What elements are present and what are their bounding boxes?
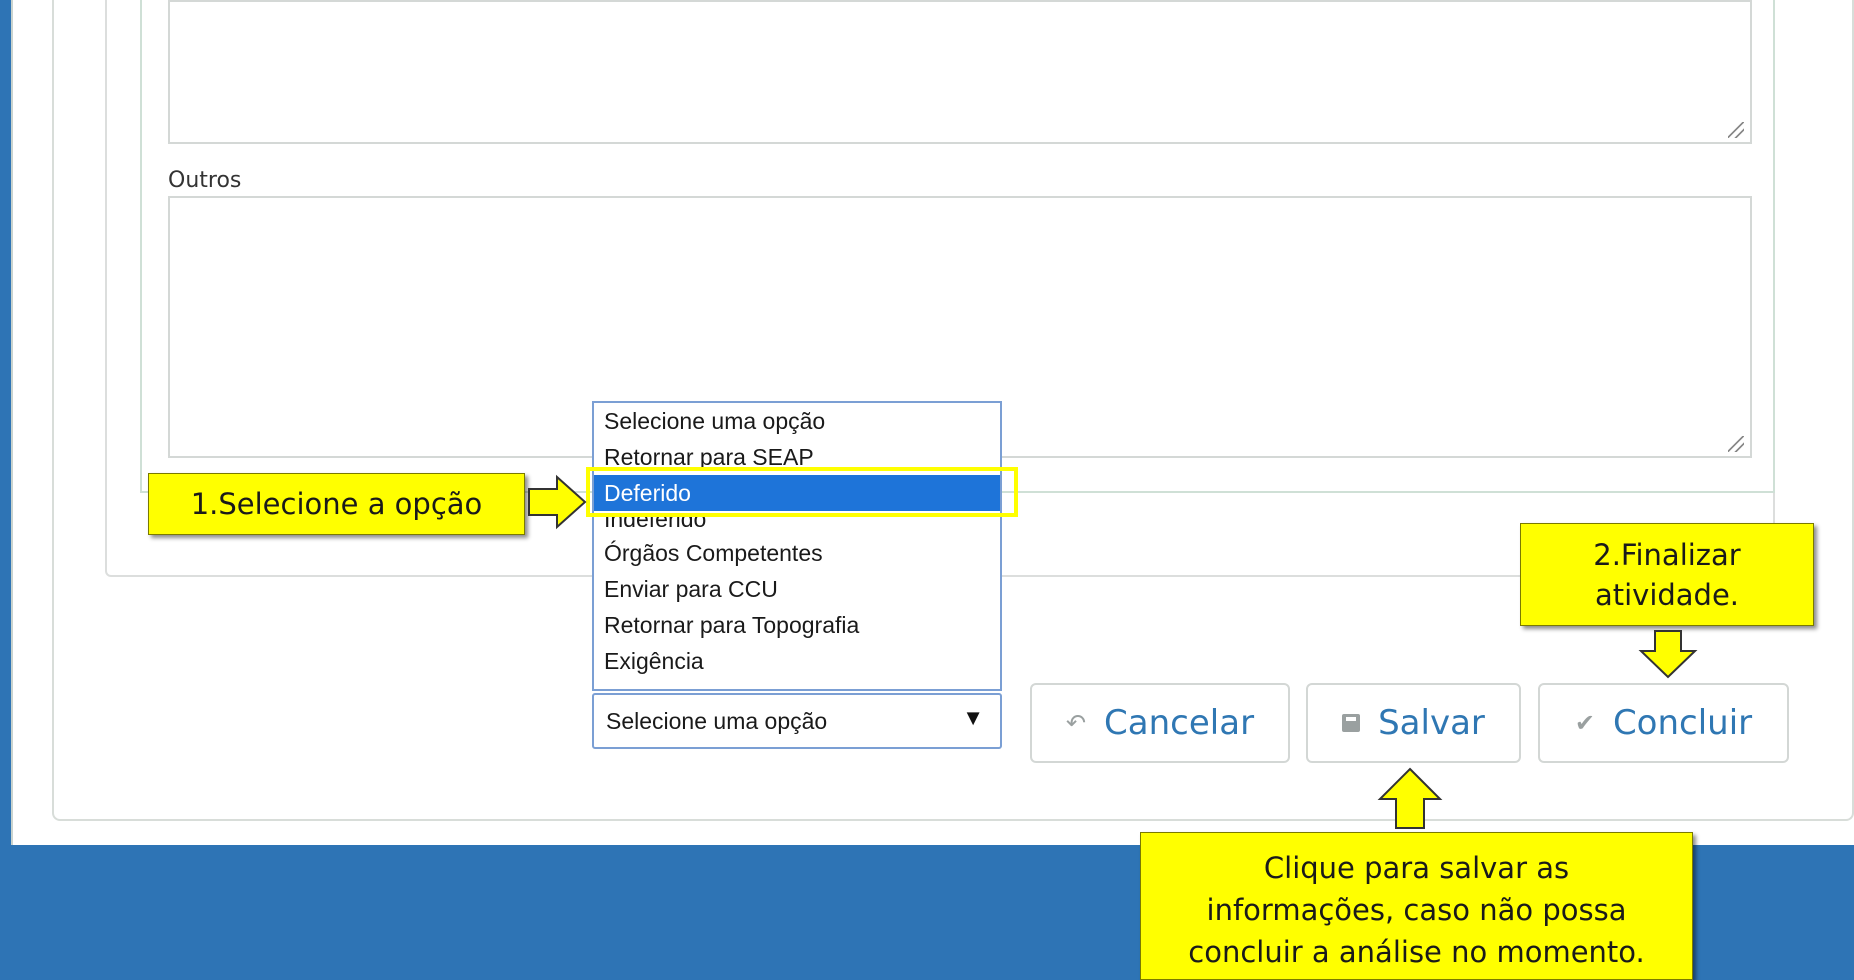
callout-finalize-line1: 2.Finalizar <box>1593 538 1741 572</box>
cancel-label: Cancelar <box>1104 703 1255 743</box>
dropdown-option[interactable]: Enviar para CCU <box>604 576 778 603</box>
callout-select-option: 1.Selecione a opção <box>148 473 525 535</box>
resize-grip-icon[interactable] <box>1728 436 1744 452</box>
callout-finalize: 2.Finalizar atividade. <box>1520 523 1814 626</box>
right-arrow-icon <box>528 474 587 530</box>
save-button[interactable]: Salvar <box>1306 683 1521 763</box>
dropdown-option[interactable]: Exigência <box>604 648 704 675</box>
select-value: Selecione uma opção <box>606 708 828 734</box>
status-dropdown-list: Selecione uma opção Retornar para SEAP D… <box>592 401 1002 691</box>
cancel-button[interactable]: ↶ Cancelar <box>1030 683 1290 763</box>
conclude-button[interactable]: ✔ Concluir <box>1538 683 1789 763</box>
dropdown-option[interactable]: Retornar para Topografia <box>604 612 859 639</box>
undo-icon: ↶ <box>1065 709 1087 737</box>
resize-grip-icon[interactable] <box>1728 122 1744 138</box>
callout-finalize-line2: atividade. <box>1594 578 1740 612</box>
callout-save-line3: concluir a análise no momento. <box>1188 935 1645 969</box>
up-arrow-icon <box>1377 767 1443 829</box>
checkmark-icon: ✔ <box>1574 709 1595 737</box>
callout-save-line1: Clique para salvar as <box>1263 851 1570 885</box>
dropdown-arrow-icon: ▼ <box>962 705 984 730</box>
floppy-disk-icon <box>1342 714 1361 732</box>
down-arrow-icon <box>1638 630 1698 679</box>
callout-save-line2: informações, caso não possa <box>1206 893 1627 927</box>
callout-save-info: Clique para salvar as informações, caso … <box>1140 832 1693 980</box>
outros-label: Outros <box>168 168 242 193</box>
status-select[interactable]: Selecione uma opção ▼ <box>592 693 1002 749</box>
dropdown-option[interactable]: Órgãos Competentes <box>604 540 823 567</box>
highlight-box <box>586 467 1018 517</box>
previous-textarea[interactable] <box>168 0 1752 144</box>
dropdown-option[interactable]: Indeferido <box>604 514 706 534</box>
save-label: Salvar <box>1378 703 1485 743</box>
conclude-label: Concluir <box>1612 703 1753 743</box>
dropdown-option[interactable]: Selecione uma opção <box>604 408 825 435</box>
